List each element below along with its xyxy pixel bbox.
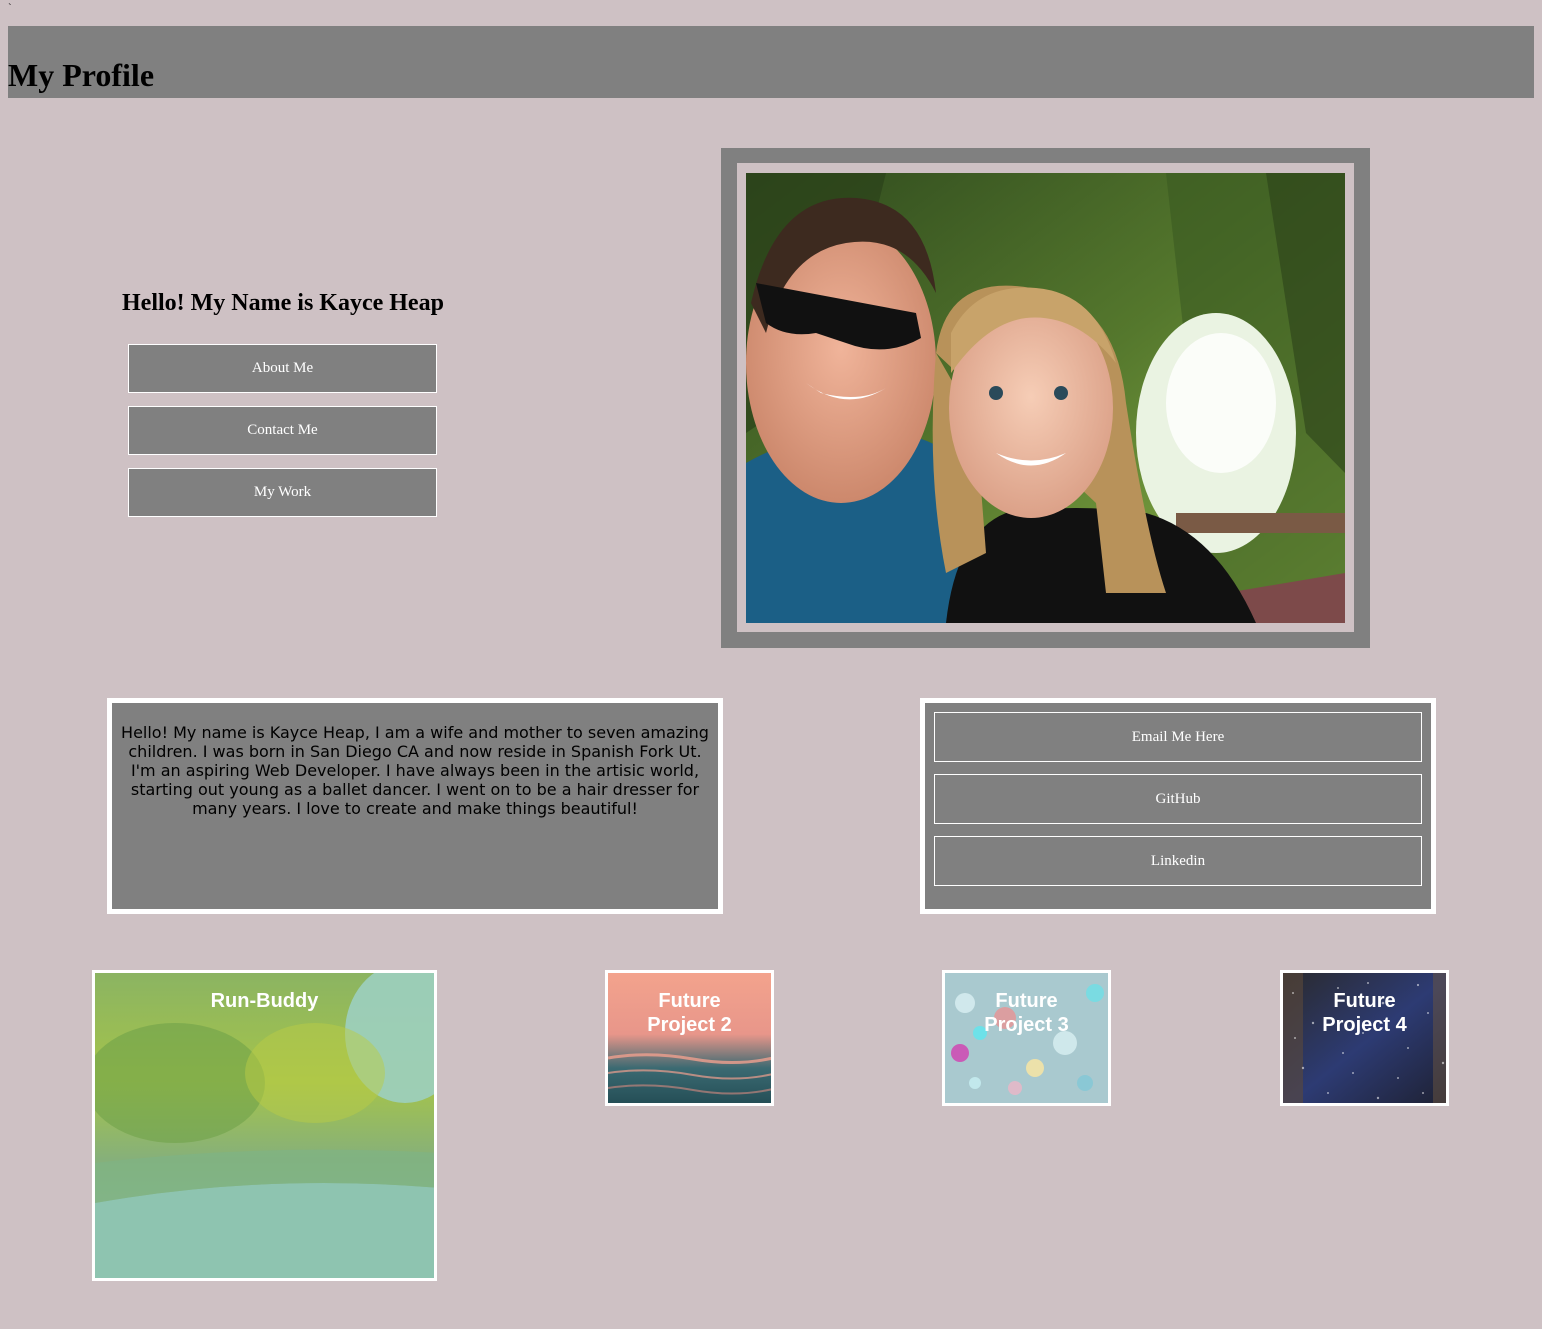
project-card-future-4[interactable]: Future Project 4 [1280,970,1449,1106]
project-title: Future Project 3 [984,990,1069,1036]
profile-photo-frame [721,148,1370,648]
page-header: My Profile [8,26,1534,98]
profile-photo-image [746,173,1345,623]
run-buddy-thumbnail [95,973,434,1278]
project-title: Future Project 4 [1322,990,1407,1036]
project-title: Future Project 2 [647,990,732,1036]
profile-photo [746,173,1345,623]
greeting-heading: Hello! My Name is Kayce Heap [122,290,444,316]
linkedin-button[interactable]: Linkedin [934,836,1422,886]
profile-photo-mat [737,163,1354,632]
github-button[interactable]: GitHub [934,774,1422,824]
contact-section: Email Me Here GitHub Linkedin [920,698,1436,914]
my-work-button[interactable]: My Work [128,468,437,517]
about-me-button[interactable]: About Me [128,344,437,393]
project-card-future-3[interactable]: Future Project 3 [942,970,1111,1106]
contact-me-button[interactable]: Contact Me [128,406,437,455]
about-me-section: Hello! My name is Kayce Heap, I am a wif… [107,698,723,914]
project-title: Run-Buddy [210,990,319,1012]
page-title: My Profile [8,57,155,93]
stray-backtick: ` [8,2,12,14]
about-me-text: Hello! My name is Kayce Heap, I am a wif… [121,723,709,818]
project-card-run-buddy[interactable]: Run-Buddy [92,970,437,1281]
email-button[interactable]: Email Me Here [934,712,1422,762]
project-card-future-2[interactable]: Future Project 2 [605,970,774,1106]
